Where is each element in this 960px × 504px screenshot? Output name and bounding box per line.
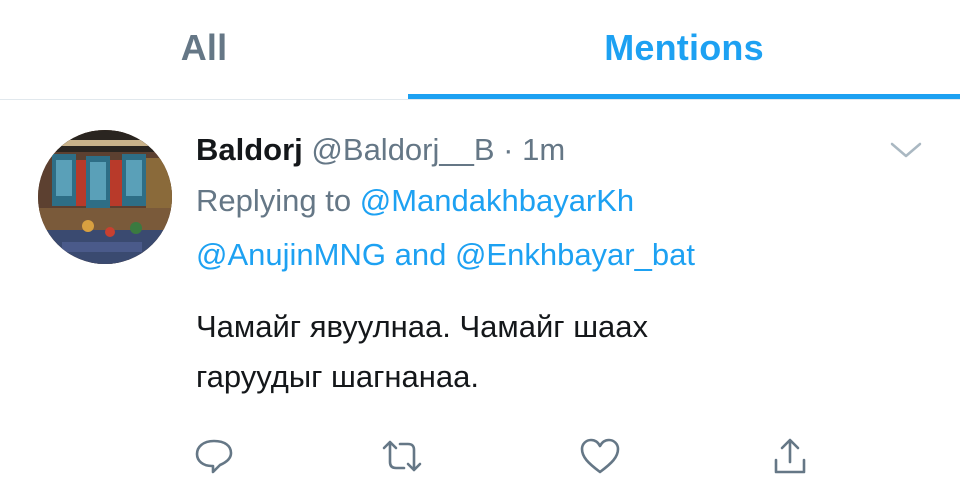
divider	[0, 99, 960, 100]
reply-mention-1[interactable]: @MandakhbayarKh	[360, 183, 634, 218]
reply-conjunction: and	[394, 237, 447, 272]
replying-prefix: Replying to	[196, 183, 352, 218]
reply-mention-2[interactable]: @AnujinMNG	[196, 237, 386, 272]
tweet-header: Baldorj @Baldorj__B · 1m	[196, 128, 916, 172]
tweet-text-line: Чамайг явуулнаа. Чамайг шаах	[196, 309, 649, 344]
reply-icon[interactable]	[192, 436, 236, 476]
tab-bar: All Mentions	[0, 0, 960, 100]
separator: ·	[503, 132, 514, 167]
replying-to-continued: @AnujinMNG and @Enkhbayar_bat	[196, 226, 916, 284]
retweet-icon[interactable]	[380, 436, 424, 476]
tweet[interactable]: Baldorj @Baldorj__B · 1m Replying to @Ma…	[196, 128, 916, 402]
display-name[interactable]: Baldorj	[196, 132, 303, 167]
chevron-down-icon[interactable]	[888, 138, 924, 162]
tweet-text: Чамайг явуулнаа. Чамайг шаах гаруудыг ша…	[196, 302, 916, 402]
tab-all[interactable]: All	[0, 0, 408, 96]
user-handle[interactable]: @Baldorj__B	[311, 132, 494, 167]
replying-to: Replying to @MandakhbayarKh	[196, 172, 916, 230]
timestamp: 1m	[522, 132, 566, 167]
avatar[interactable]	[38, 130, 172, 264]
share-icon[interactable]	[768, 436, 812, 476]
heart-icon[interactable]	[578, 436, 622, 476]
avatar-image	[38, 130, 172, 264]
tab-mentions[interactable]: Mentions	[408, 0, 960, 96]
tweet-actions	[0, 436, 960, 476]
reply-mention-3[interactable]: @Enkhbayar_bat	[455, 237, 695, 272]
tweet-text-line: гаруудыг шагнанаа.	[196, 359, 480, 394]
